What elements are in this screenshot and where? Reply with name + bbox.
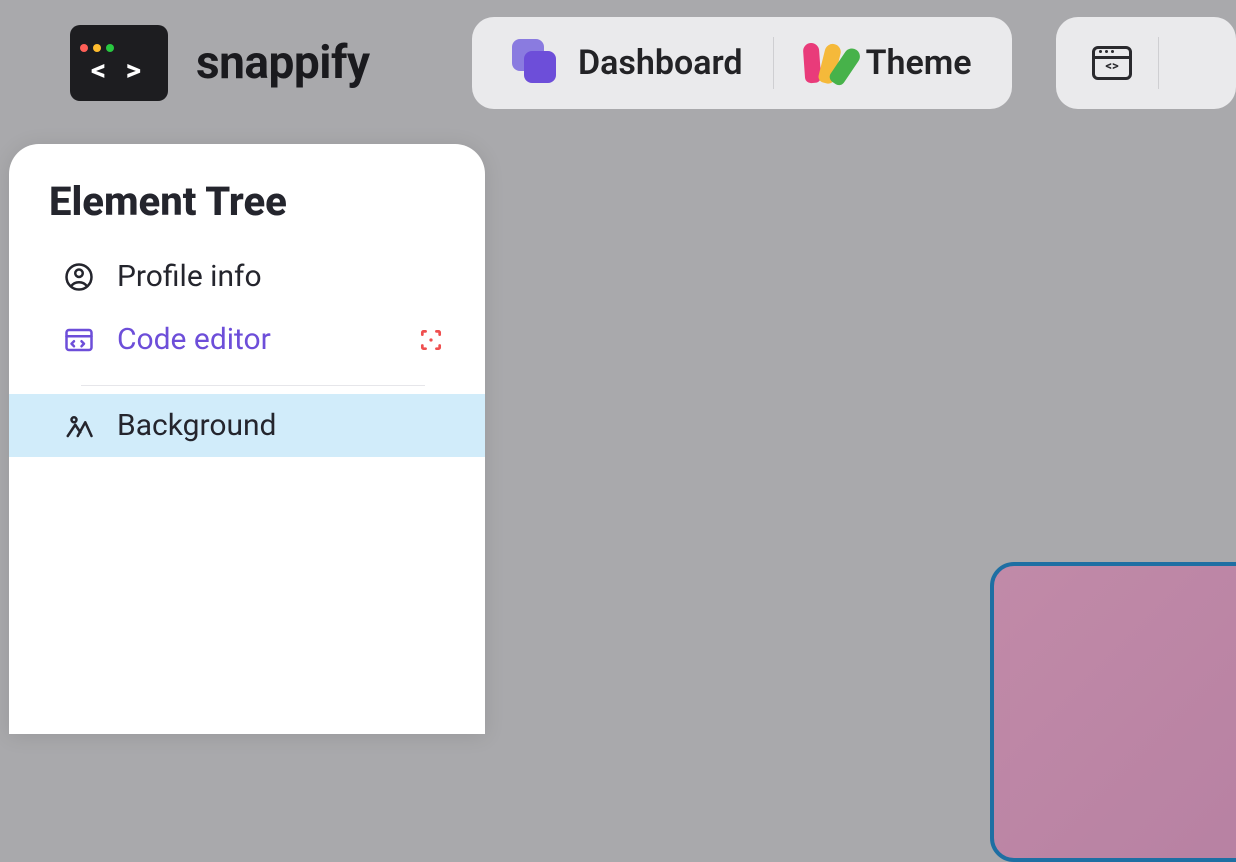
- nav-theme[interactable]: Theme: [774, 17, 1002, 109]
- brand-name: snappify: [196, 36, 370, 90]
- tool-code-window[interactable]: <>: [1066, 17, 1158, 109]
- tree-item-label: Profile info: [117, 259, 445, 294]
- window-dots-icon: [80, 44, 114, 52]
- app-logo[interactable]: < >: [70, 25, 168, 101]
- nav-theme-label: Theme: [866, 43, 972, 83]
- canvas-frame[interactable]: [990, 562, 1236, 862]
- tree-item-code-editor[interactable]: Code editor: [9, 308, 485, 371]
- code-editor-icon: [63, 324, 95, 356]
- tree-item-profile-info[interactable]: Profile info: [9, 245, 485, 308]
- theme-icon: [804, 41, 848, 85]
- nav-dashboard[interactable]: Dashboard: [482, 17, 773, 109]
- dashboard-icon: [512, 39, 560, 87]
- code-window-icon: <>: [1092, 46, 1132, 80]
- landscape-icon: [63, 410, 95, 442]
- tool-separator: [1158, 37, 1159, 89]
- user-circle-icon: [63, 261, 95, 293]
- focus-icon: [418, 327, 444, 353]
- code-brackets-icon: < >: [91, 56, 147, 86]
- panel-title: Element Tree: [9, 178, 485, 245]
- nav-dashboard-label: Dashboard: [578, 43, 743, 83]
- tree-divider: [81, 385, 425, 386]
- tree-item-label: Background: [117, 408, 445, 443]
- element-tree-panel: Element Tree Profile info Code editor Ba…: [9, 144, 485, 734]
- tree-item-label: Code editor: [117, 322, 395, 357]
- main-nav: Dashboard Theme: [472, 17, 1012, 109]
- tool-nav: <>: [1056, 17, 1236, 109]
- tree-item-background[interactable]: Background: [9, 394, 485, 457]
- focus-element-button[interactable]: [417, 326, 445, 354]
